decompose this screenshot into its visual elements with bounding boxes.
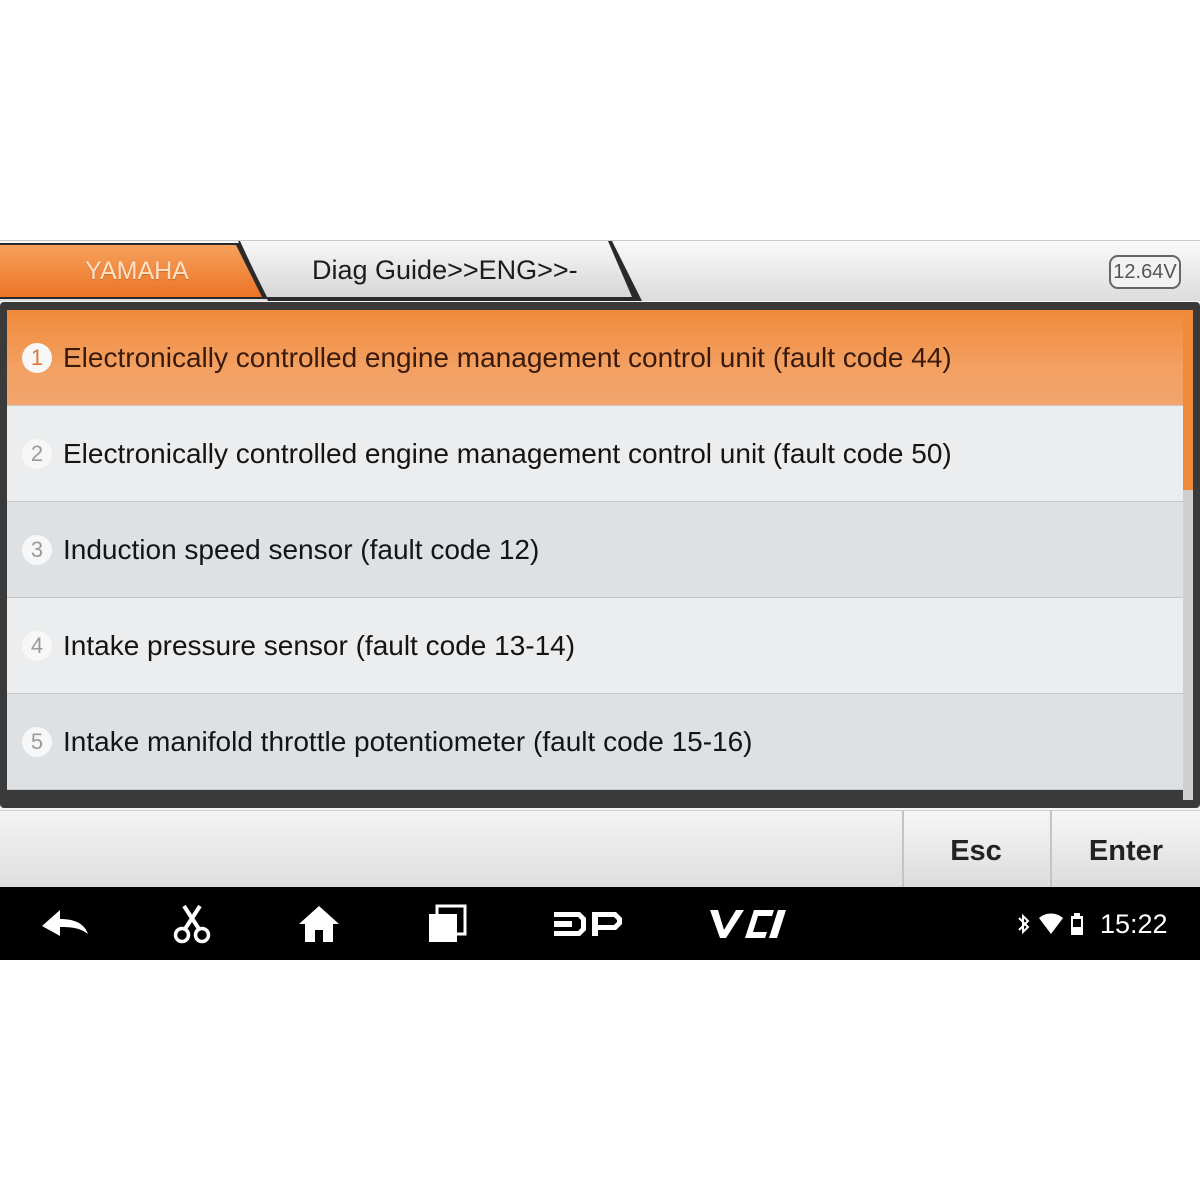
item-label: Induction speed sensor (fault code 12) (63, 533, 540, 565)
item-number: 5 (22, 726, 52, 757)
system-nav-bar: 15:22 (0, 887, 1200, 960)
esc-button[interactable]: Esc (902, 811, 1048, 887)
dp-icon[interactable] (550, 902, 626, 946)
bluetooth-icon (1018, 913, 1030, 935)
list-item[interactable]: 1 Electronically controlled engine manag… (7, 310, 1183, 406)
item-number: 3 (22, 534, 52, 565)
enter-button[interactable]: Enter (1050, 811, 1200, 887)
scrollbar-thumb[interactable] (1183, 310, 1193, 490)
item-label: Electronically controlled engine managem… (63, 341, 952, 373)
home-icon[interactable] (296, 902, 342, 946)
clock: 15:22 (1100, 908, 1168, 939)
list-item[interactable]: 5 Intake manifold throttle potentiometer… (7, 694, 1183, 790)
status-area: 15:22 (1016, 907, 1168, 941)
brand-tab[interactable]: YAMAHA (52, 257, 222, 286)
item-number: 2 (22, 438, 52, 469)
recent-apps-icon[interactable] (425, 902, 469, 946)
item-label: Intake manifold throttle potentiometer (… (63, 725, 753, 757)
fault-list: 1 Electronically controlled engine manag… (7, 310, 1183, 800)
diagnostic-screen: YAMAHA Diag Guide>>ENG>>- 12.64V 1 Elect… (0, 240, 1200, 960)
breadcrumb: Diag Guide>>ENG>>- (312, 255, 578, 285)
battery-icon (1071, 913, 1083, 935)
breadcrumb-bar: YAMAHA Diag Guide>>ENG>>- 12.64V (0, 240, 1200, 301)
scissors-icon[interactable] (170, 902, 214, 946)
list-item[interactable]: 3 Induction speed sensor (fault code 12) (7, 502, 1183, 598)
item-label: Electronically controlled engine managem… (63, 437, 952, 469)
list-item[interactable]: 4 Intake pressure sensor (fault code 13-… (7, 598, 1183, 694)
vci-icon[interactable] (704, 902, 790, 946)
item-number: 1 (22, 342, 52, 373)
back-icon[interactable] (38, 902, 92, 946)
action-bar: Esc Enter (0, 810, 1200, 887)
item-number: 4 (22, 630, 52, 661)
list-scrollbar[interactable] (1183, 310, 1193, 800)
battery-voltage-badge: 12.64V (1109, 255, 1181, 289)
wifi-icon (1039, 913, 1063, 934)
list-item[interactable]: 2 Electronically controlled engine manag… (7, 406, 1183, 502)
item-label: Intake pressure sensor (fault code 13-14… (63, 629, 576, 661)
